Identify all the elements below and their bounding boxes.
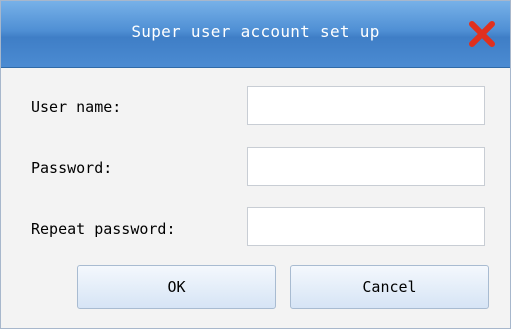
super-user-dialog: Super user account set up User name: Pas… (0, 0, 511, 329)
close-button[interactable] (467, 20, 497, 48)
password-field[interactable] (247, 147, 485, 186)
close-x-icon (469, 21, 495, 47)
ok-button[interactable]: OK (77, 265, 276, 309)
repeat-password-field[interactable] (247, 207, 485, 246)
username-label: User name: (31, 98, 122, 116)
repeat-password-label: Repeat password: (31, 220, 176, 238)
cancel-button[interactable]: Cancel (290, 265, 489, 309)
password-label: Password: (31, 159, 113, 177)
title-bar: Super user account set up (1, 1, 510, 68)
dialog-title: Super user account set up (131, 22, 380, 41)
username-field[interactable] (247, 86, 485, 125)
